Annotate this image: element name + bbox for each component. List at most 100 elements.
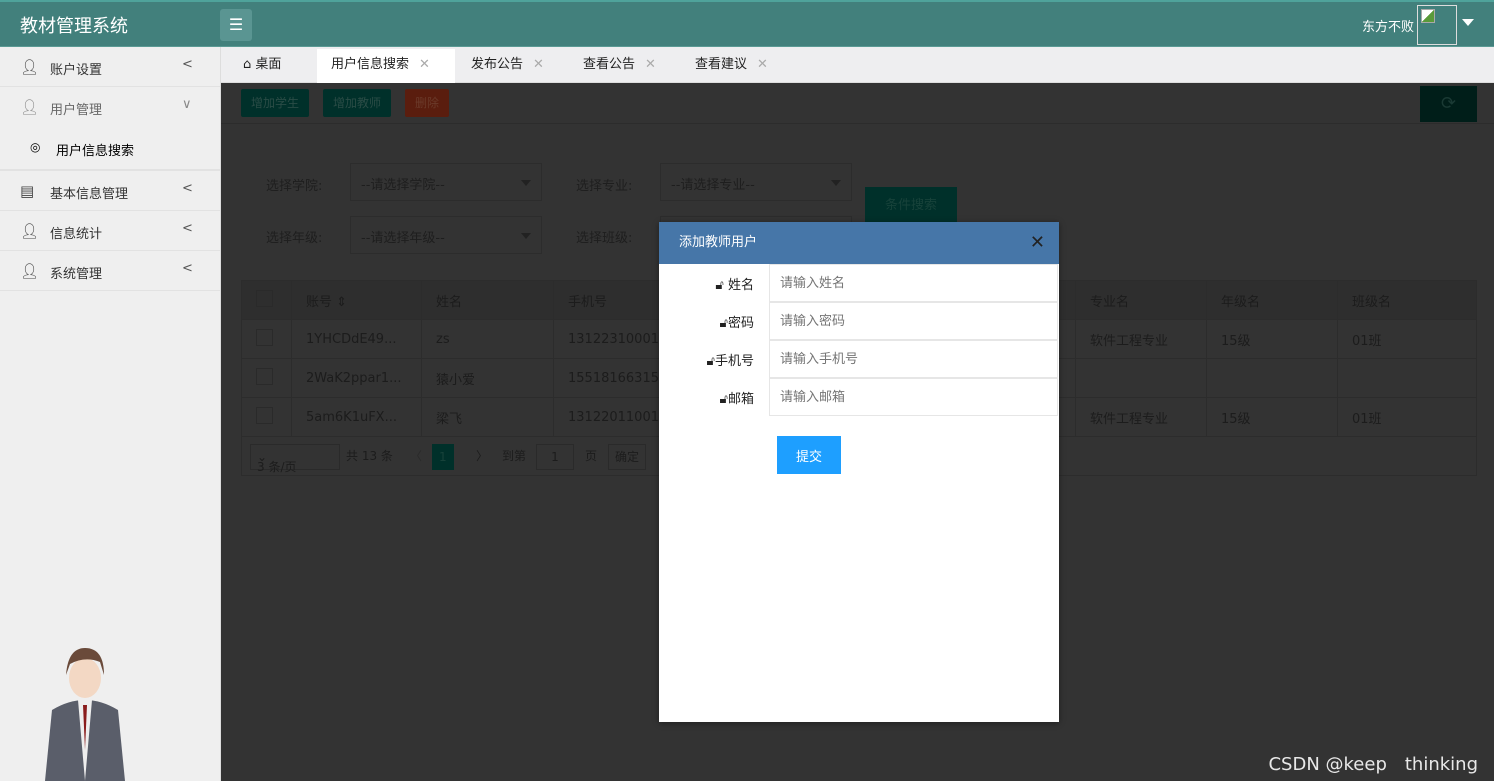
broken-image-icon [1421, 9, 1435, 23]
tab-bar: ⌂ 桌面 用户信息搜索 ✕ 发布公告 ✕ 查看公告 ✕ 查看建议 ✕ [221, 47, 1494, 83]
close-icon[interactable]: ✕ [533, 57, 544, 72]
chevron-left-icon: < [182, 181, 193, 196]
total-count: 共 13 条 [346, 449, 393, 463]
page-1-button[interactable]: 1 [432, 444, 454, 470]
lock-icon: 🔓︎ [715, 278, 724, 293]
lock-icon: 🔓︎ [706, 354, 715, 369]
grade-label: 选择年级: [266, 231, 323, 246]
chevron-left-icon: < [182, 261, 193, 276]
cell: 15级 [1206, 397, 1338, 437]
email-label: 🔓︎邮箱 [719, 392, 754, 407]
cell: 01班 [1337, 397, 1477, 437]
column-header[interactable]: 账号 ⇕ [291, 280, 422, 320]
cell [1075, 358, 1207, 398]
cell [1337, 358, 1477, 398]
password-row: 🔓︎密码 [659, 302, 1059, 340]
cell: 猿小爱 [421, 358, 554, 398]
tab-label: 查看建议 [695, 57, 748, 72]
list-icon: ☰ [228, 15, 244, 34]
sidebar-item-label: 系统管理 [50, 267, 103, 282]
dialog-title: 添加教师用户 [679, 235, 758, 250]
tab-view-notice[interactable]: 查看公告 ✕ [583, 49, 656, 83]
tab-label: 桌面 [255, 57, 282, 72]
sidebar-item-label: 账户设置 [50, 63, 103, 78]
goto-confirm-button[interactable]: 确定 [608, 444, 647, 470]
prev-page-button[interactable]: 〈 [410, 447, 422, 464]
lock-icon: 🔓︎ [719, 392, 728, 407]
user-icon: 👤︎ [20, 222, 40, 240]
sidebar-item-basic-info[interactable]: ▤ 基本信息管理 < [0, 171, 220, 211]
goto-page-input[interactable]: 1 [536, 444, 574, 470]
row-checkbox[interactable] [256, 367, 273, 385]
password-input[interactable] [769, 302, 1058, 340]
table-icon: ▤ [20, 182, 35, 200]
phone-row: 🔓︎手机号 [659, 340, 1059, 378]
user-icon: 👤︎ [20, 262, 40, 280]
close-icon[interactable]: ✕ [419, 57, 430, 72]
name-label: 🔓︎ 姓名 [715, 278, 754, 293]
divider [221, 123, 1494, 124]
grade-select[interactable]: --请选择年级-- [350, 216, 542, 254]
sidebar-item-account[interactable]: 👤︎ 账户设置 < [0, 47, 220, 87]
sidebar-subitem-user-search[interactable]: ◎ 用户信息搜索 [0, 127, 220, 171]
name-input[interactable] [769, 264, 1058, 302]
next-page-button[interactable]: 〉 [476, 447, 488, 464]
username[interactable]: 东方不败 [1362, 16, 1414, 35]
cell: 软件工程专业 [1075, 397, 1207, 437]
sidebar-item-label: 基本信息管理 [50, 187, 129, 202]
mascot-image [45, 648, 125, 781]
search-button[interactable]: 条件搜索 [865, 187, 957, 225]
delete-button[interactable]: 删除 [405, 89, 450, 117]
tab-publish-notice[interactable]: 发布公告 ✕ [471, 49, 544, 83]
chevron-left-icon: < [182, 57, 193, 72]
chevron-left-icon: < [182, 221, 193, 236]
sidebar-item-stats[interactable]: 👤︎ 信息统计 < [0, 211, 220, 251]
submit-button[interactable]: 提交 [777, 436, 841, 474]
email-input[interactable] [769, 378, 1058, 416]
cell [1206, 358, 1338, 398]
close-icon[interactable]: ✕ [757, 57, 768, 72]
major-label: 选择专业: [576, 179, 633, 194]
app-title: 教材管理系统 [20, 16, 128, 37]
home-icon: ⌂ [243, 57, 256, 72]
column-header: 专业名 [1075, 280, 1207, 320]
chevron-down-icon: ∨ [182, 97, 192, 112]
page-unit: 页 [585, 449, 598, 463]
close-icon[interactable]: ✕ [645, 57, 656, 72]
column-header: 年级名 [1206, 280, 1338, 320]
tab-user-search[interactable]: 用户信息搜索 ✕ [317, 49, 455, 83]
phone-input[interactable] [769, 340, 1058, 378]
email-row: 🔓︎邮箱 [659, 378, 1059, 416]
watermark: CSDN @keep thinking [1268, 754, 1478, 775]
add-teacher-dialog: 添加教师用户 ✕ 🔓︎ 姓名 🔓︎密码 🔓︎手机号 🔓︎邮箱 提交 [659, 222, 1059, 722]
avatar[interactable] [1417, 5, 1457, 45]
tab-label: 发布公告 [471, 57, 524, 72]
add-teacher-button[interactable]: 增加教师 [323, 89, 392, 117]
row-checkbox[interactable] [256, 406, 273, 424]
tab-view-suggestions[interactable]: 查看建议 ✕ [695, 49, 768, 83]
page-size-select[interactable]: 3 条/页 ⌄ [250, 444, 340, 474]
cell: 01班 [1337, 319, 1477, 359]
top-header: 教材管理系统 ☰ 东方不败 [0, 0, 1494, 47]
major-select[interactable]: --请选择专业-- [660, 163, 852, 201]
select-all-checkbox[interactable] [256, 289, 273, 307]
caret-down-icon[interactable] [1462, 19, 1474, 26]
sidebar-item-label: 信息统计 [50, 227, 103, 242]
menu-toggle-button[interactable]: ☰ [220, 9, 252, 41]
lock-icon: 🔓︎ [719, 316, 728, 331]
row-checkbox[interactable] [256, 328, 273, 346]
password-label: 🔓︎密码 [719, 316, 754, 331]
cell: 软件工程专业 [1075, 319, 1207, 359]
class-label: 选择班级: [576, 231, 633, 246]
college-select[interactable]: --请选择学院-- [350, 163, 542, 201]
cell: 5am6K1uFX... [291, 397, 422, 437]
refresh-button[interactable]: ⟳ [1420, 86, 1477, 122]
sidebar-item-system[interactable]: 👤︎ 系统管理 < [0, 251, 220, 291]
sidebar-item-users[interactable]: 👤︎ 用户管理 ∨ [0, 87, 220, 127]
add-student-button[interactable]: 增加学生 [241, 89, 310, 117]
name-row: 🔓︎ 姓名 [659, 264, 1059, 302]
close-icon[interactable]: ✕ [1030, 222, 1045, 264]
goto-label: 到第 [502, 449, 527, 463]
tab-desktop[interactable]: ⌂ 桌面 [243, 49, 281, 83]
college-label: 选择学院: [266, 179, 323, 194]
